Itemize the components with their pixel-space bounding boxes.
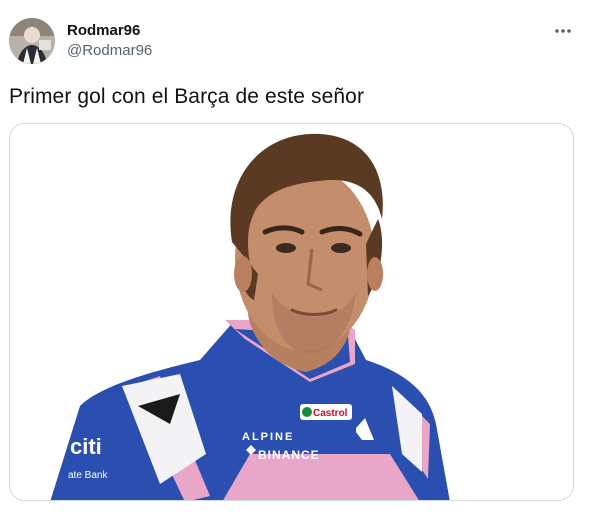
display-name[interactable]: Rodmar96 [67,22,152,40]
more-button[interactable] [550,20,576,42]
author-block: Rodmar96 @Rodmar96 [67,22,152,60]
suit-logo-citi: citi [70,434,102,459]
suit-logo-castrol: Castrol [313,408,348,419]
user-avatar-photo [9,18,55,64]
driver-portrait-image: Castrol ALPINE BINANCE citi ate Bank [10,124,573,500]
tweet-text: Primer gol con el Barça de este señor [9,85,365,108]
suit-logo-citi-sub: ate Bank [68,470,108,481]
tweet-card: Rodmar96 @Rodmar96 Primer gol con el Bar… [0,0,589,514]
suit-logo-binance: BINANCE [258,448,320,462]
tweet-media[interactable]: Castrol ALPINE BINANCE citi ate Bank [9,123,574,501]
avatar[interactable] [9,18,55,64]
more-dots-icon [555,29,571,33]
user-handle[interactable]: @Rodmar96 [67,42,152,60]
suit-logo-alpine: ALPINE [242,431,294,443]
